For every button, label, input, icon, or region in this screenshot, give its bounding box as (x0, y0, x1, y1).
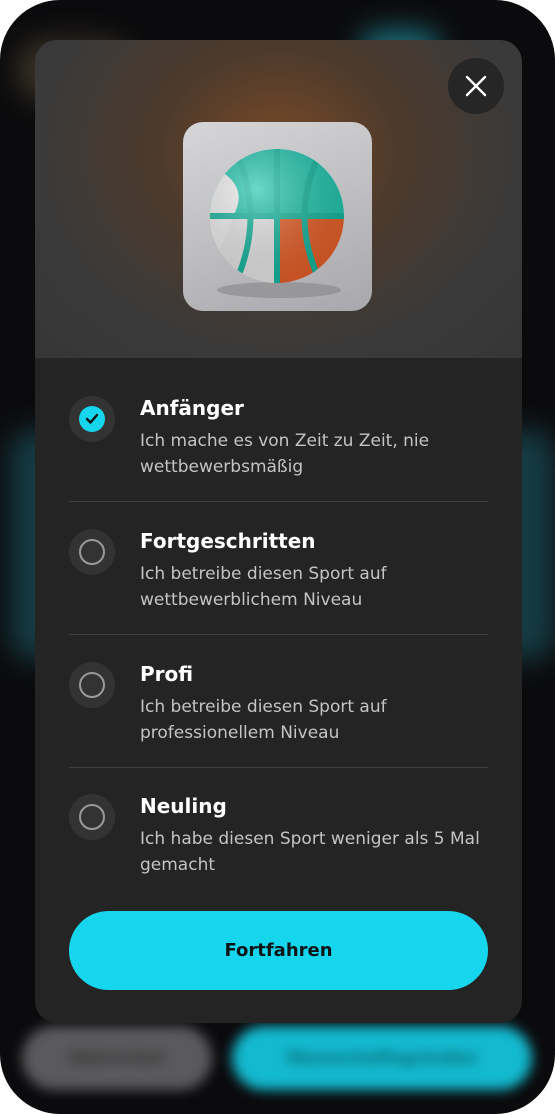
background-primary-label: Mannschaftsgründen (286, 1048, 478, 1067)
option-title: Fortgeschritten (140, 529, 316, 553)
radio-unselected[interactable] (69, 662, 115, 708)
radio-ring-icon (79, 804, 105, 830)
option-title: Anfänger (140, 396, 244, 420)
phone-frame: Abbrechen Mannschaftsgründen Anfänger Ic… (0, 0, 555, 1114)
basketball-image (183, 122, 372, 311)
hero-section (35, 40, 522, 358)
radio-unselected[interactable] (69, 794, 115, 840)
divider (69, 501, 488, 502)
option-description: Ich betreibe diesen Sport auf profession… (140, 697, 387, 743)
option-title: Profi (140, 662, 194, 686)
divider (69, 767, 488, 768)
option-title: Neuling (140, 794, 227, 818)
option-description: Ich habe diesen Sport weniger als 5 Mal … (140, 829, 480, 875)
background-primary-button: Mannschaftsgründen (232, 1026, 532, 1090)
radio-unselected[interactable] (69, 529, 115, 575)
background-cancel-button: Abbrechen (22, 1026, 212, 1090)
radio-ring-icon (79, 672, 105, 698)
background-cancel-label: Abbrechen (68, 1048, 166, 1067)
level-selection-modal: Anfänger Ich mache es von Zeit zu Zeit, … (35, 40, 522, 1023)
continue-button[interactable]: Fortfahren (69, 911, 488, 990)
option-description: Ich mache es von Zeit zu Zeit, nie wettb… (140, 431, 430, 477)
divider (69, 634, 488, 635)
close-button[interactable] (448, 58, 504, 114)
radio-selected[interactable] (69, 396, 115, 442)
checkmark-icon (79, 406, 105, 432)
close-icon (465, 75, 487, 97)
option-description: Ich betreibe diesen Sport auf wettbewerb… (140, 564, 387, 610)
radio-ring-icon (79, 539, 105, 565)
